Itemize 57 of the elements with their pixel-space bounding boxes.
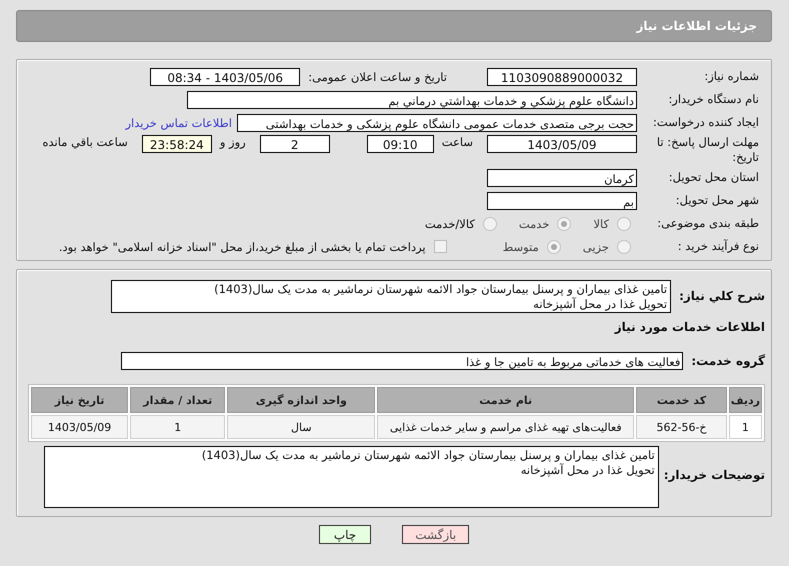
need-number-field: 1103090889000032 (487, 68, 637, 86)
field-label: شماره نیاز: (703, 69, 760, 84)
field-label: گروه خدمت: (691, 353, 765, 369)
section-title: اطلاعات خدمات مورد نیاز (613, 320, 765, 336)
deadline-time-field: 09:10 (366, 135, 434, 153)
city-field: بم (487, 192, 637, 210)
option-label: کالا/خدمت (424, 216, 475, 230)
summary-text-area: تامین غذای بیماران و پرسنل بیمارستان جواد الائمه شهرستان نرماشیر به مدت یک سال(1403) تحویل غذا در محل آشپزخانه (111, 280, 672, 313)
table-cell: 1 (130, 415, 226, 439)
option-label: متوسط (502, 240, 539, 254)
requester-field: حجت برجی متصدی خدمات عمومی دانشگاه علوم پزشکی و خدمات بهداشتی (237, 114, 637, 132)
field-label: نام دستگاه خریدار: (667, 92, 760, 107)
field-label: ایجاد کننده درخواست: (652, 115, 760, 130)
field-label: روز و (220, 135, 246, 149)
radio-button[interactable] (546, 240, 561, 254)
field-label: شهر محل تحویل: (674, 193, 760, 208)
radio-button[interactable] (482, 216, 497, 230)
field-label: طبقه بندی موضوعی: (656, 216, 760, 231)
field-label: ساعت باقي مانده (42, 135, 128, 149)
days-field: 2 (260, 135, 330, 153)
radio-button[interactable] (617, 240, 631, 254)
print-button[interactable]: چاپ (318, 525, 372, 544)
table-cell: 1403/05/09 (31, 415, 128, 439)
table-cell: 1 (728, 415, 762, 439)
checkbox-label: پرداخت تمام یا بخشی از مبلغ خرید،از محل "اسناد خزانه اسلامی" خواهد بود. (58, 240, 426, 254)
back-button[interactable]: بازگشت (402, 525, 470, 544)
column-header: ردیف (728, 387, 762, 413)
column-header: نام خدمت (377, 387, 634, 413)
service-group-field: فعالیت های خدماتی مربوط به تامین جا و غذا (121, 352, 684, 370)
field-label: تاریخ و ساعت اعلان عمومی: (308, 70, 447, 84)
table-cell: خ-56-562 (636, 415, 727, 439)
option-label: کالا (593, 216, 609, 230)
radio-button[interactable] (557, 216, 572, 230)
radio-button[interactable] (617, 216, 631, 230)
column-header: واحد اندازه گیری (227, 387, 376, 413)
announce-date-field: 1403/05/06 - 08:34 (150, 68, 300, 86)
province-field: کرمان (487, 168, 637, 186)
column-header: کد خدمت (636, 387, 727, 413)
table-cell: سال (227, 415, 376, 439)
buyer-notes-text-area: تامین غذای بیماران و پرسنل بیمارستان جواد الائمه شهرستان نرماشیر به مدت یک سال(1403) تحویل غذا در محل آشپزخانه (44, 446, 659, 508)
table-cell: فعالیت‌های تهیه غذای مراسم و سایر خدمات غذایی (377, 415, 634, 439)
checkbox[interactable] (434, 240, 447, 253)
field-label: مهلت ارسال پاسخ: تا تاریخ: (656, 135, 760, 165)
option-label: جزیی (582, 240, 609, 254)
field-label: استان محل تحویل: (668, 170, 760, 185)
field-label: نوع فرآیند خرید : (676, 239, 760, 254)
remaining-time-field: 23:58:24 (142, 135, 212, 153)
option-label: خدمت (518, 216, 550, 230)
column-header: تاریخ نیاز (31, 387, 128, 413)
column-header: تعداد / مقدار (130, 387, 226, 413)
field-label: ساعت (442, 135, 473, 149)
buyer-name-field: دانشگاه علوم پزشکي و خدمات بهداشتي درماني بم (187, 90, 637, 108)
deadline-date-field: 1403/05/09 (487, 135, 637, 153)
field-label: شرح کلي نیاز: (679, 288, 765, 304)
field-label: توضیحات خریدار: (664, 467, 765, 483)
buyer-contact-link[interactable]: اطلاعات تماس خریدار (125, 116, 232, 130)
page-title: جزئیات اطلاعات نیاز (636, 19, 757, 33)
